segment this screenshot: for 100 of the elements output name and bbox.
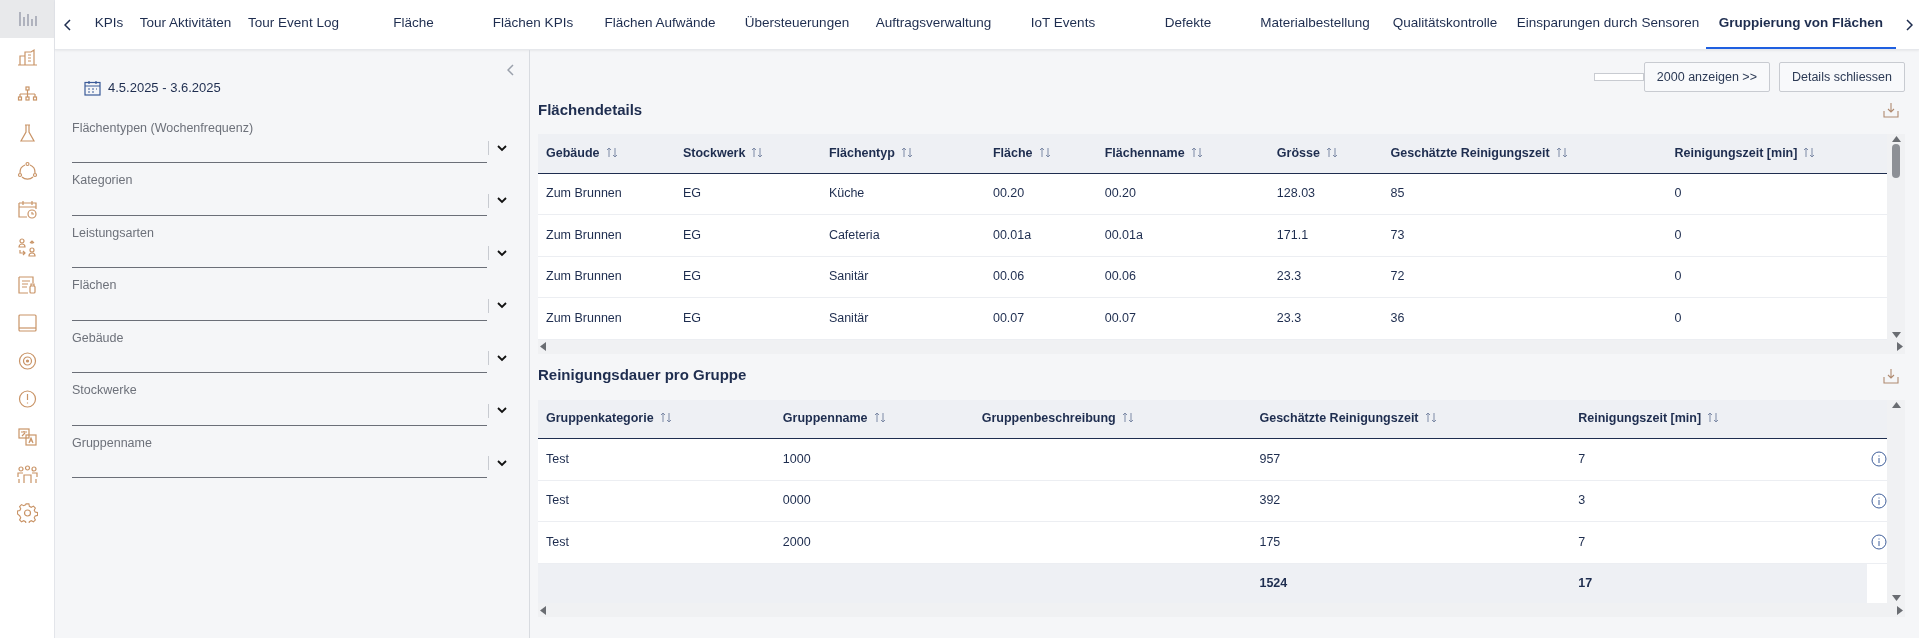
section-title: Flächendetails [538,99,643,120]
table-cell: 36 [1390,310,1405,325]
table-cell: 7 [1578,534,1586,549]
sort-icon [605,146,618,158]
download-icon [1883,102,1899,118]
chevron-down-icon [497,197,507,204]
tab[interactable]: Flächen KPIs [473,0,593,49]
report-icon [16,275,38,295]
arrow-down-icon[interactable] [1891,331,1901,338]
group-icon [16,465,38,485]
filter-field[interactable]: Gruppenname [72,430,487,478]
column-header[interactable]: Stockwerk [682,145,746,160]
total-cell: 17 [1578,575,1593,590]
dropdown-button[interactable] [488,246,507,260]
chevron-left-icon [63,18,72,31]
table-cell: 957 [1259,451,1281,466]
sort-icon [873,412,886,424]
table-cell: 00.07 [992,310,1025,325]
column-header[interactable]: Gruppenname [782,411,868,426]
column-header[interactable]: Geschätzte Reinigungszeit [1259,411,1419,426]
dropdown-button[interactable] [488,351,507,365]
tab[interactable]: KPIs [80,0,138,49]
table-cell: 00.20 [992,186,1025,201]
table-cell: Test [546,451,569,466]
sort-icon [1325,146,1338,158]
column-header[interactable]: Reinigungszeit [min] [1674,145,1798,160]
dropdown-button[interactable] [488,403,507,418]
tab[interactable]: Materialbestellung [1250,0,1380,49]
table-cell: 3 [1578,493,1586,508]
arrow-left-icon[interactable] [540,605,546,615]
arrow-right-icon[interactable] [1897,605,1903,615]
vertical-scrollbar[interactable] [1887,134,1905,340]
tab[interactable]: Auftragsverwaltung [867,0,1000,49]
info-icon [1871,492,1887,509]
table-cell: Zum Brunnen [546,186,622,201]
info-button[interactable] [1871,534,1887,551]
tab[interactable]: Einsparungen durch Sensoren [1510,0,1706,49]
arrow-up-icon[interactable] [1891,401,1901,408]
column-header[interactable]: Gruppenkategorie [546,411,654,426]
scrollbar-thumb[interactable] [1892,144,1900,178]
chevron-down-icon [497,354,507,362]
horizontal-scrollbar[interactable] [538,603,1905,617]
tab[interactable]: Fläche [354,0,473,49]
tab[interactable]: Flächen Aufwände [593,0,727,49]
sort-icon [1555,146,1568,158]
chevron-down-icon [497,407,507,414]
filter-field[interactable]: Flächentypen (Wochenfrequenz) [72,115,487,163]
filter-field[interactable]: Flächen [72,272,487,321]
column-header[interactable]: Gebäude [546,145,600,160]
info-button[interactable] [1871,451,1887,468]
action-button[interactable]: Details schliessen [1778,62,1905,92]
chevron-down-icon [497,302,507,309]
tab[interactable]: Defekte [1126,0,1250,49]
arrow-down-icon[interactable] [1891,595,1901,601]
chart-icon [16,9,38,29]
table-cell: EG [682,269,701,284]
chevron-down-icon [497,249,507,257]
vertical-scrollbar[interactable] [1887,399,1905,603]
dropdown-button[interactable] [488,298,507,313]
download-icon [1883,367,1899,384]
action-button[interactable]: 2000 anzeigen >> [1643,62,1770,92]
tab[interactable]: Gruppierung von Flächen [1706,0,1896,49]
table-cell: 85 [1390,186,1405,201]
tab[interactable]: IoT Events [1000,0,1126,49]
dropdown-button[interactable] [488,141,507,155]
tab[interactable]: Übersteuerungen [727,0,867,49]
column-header[interactable]: Geschätzte Reinigungszeit [1390,145,1550,160]
table-cell: 392 [1259,493,1281,508]
download-button[interactable] [1883,102,1899,118]
arrow-left-icon[interactable] [540,342,546,351]
filter-field[interactable]: Leistungsarten [72,220,487,268]
table-cell: EG [682,310,701,325]
nav-button[interactable] [0,0,54,38]
filter-field[interactable]: Kategorien [72,167,487,216]
dropdown-button[interactable] [488,456,507,470]
table-cell: 0000 [782,493,811,508]
dropdown-button[interactable] [488,193,507,208]
table-cell: 175 [1259,534,1281,549]
table-cell: 171.1 [1276,227,1309,242]
column-header[interactable]: Fläche [992,145,1033,160]
table-cell: 23.3 [1276,310,1302,325]
column-header[interactable]: Flächenname [1104,145,1185,160]
column-header[interactable]: Flächentyp [828,145,895,160]
tab[interactable]: Tour Aktivitäten [138,0,233,49]
filter-field[interactable]: Gebäude [72,325,487,373]
info-button[interactable] [1871,492,1887,509]
target-icon [16,351,38,371]
tab[interactable]: Qualitätskontrolle [1380,0,1510,49]
tab[interactable]: Tour Event Log [233,0,354,49]
date-range[interactable]: 4.5.2025 - 3.6.2025 [108,78,221,98]
column-header[interactable]: Reinigungszeit [min] [1578,411,1702,426]
table-cell: Zum Brunnen [546,227,622,242]
filter-field[interactable]: Stockwerke [72,377,487,426]
sort-icon [1707,412,1720,424]
arrow-right-icon[interactable] [1897,342,1903,351]
column-header[interactable]: Grösse [1276,145,1320,160]
column-header[interactable]: Gruppenbeschreibung [981,411,1116,426]
arrow-up-icon[interactable] [1891,136,1901,142]
collapse-button[interactable] [507,64,515,76]
download-button[interactable] [1883,367,1899,384]
